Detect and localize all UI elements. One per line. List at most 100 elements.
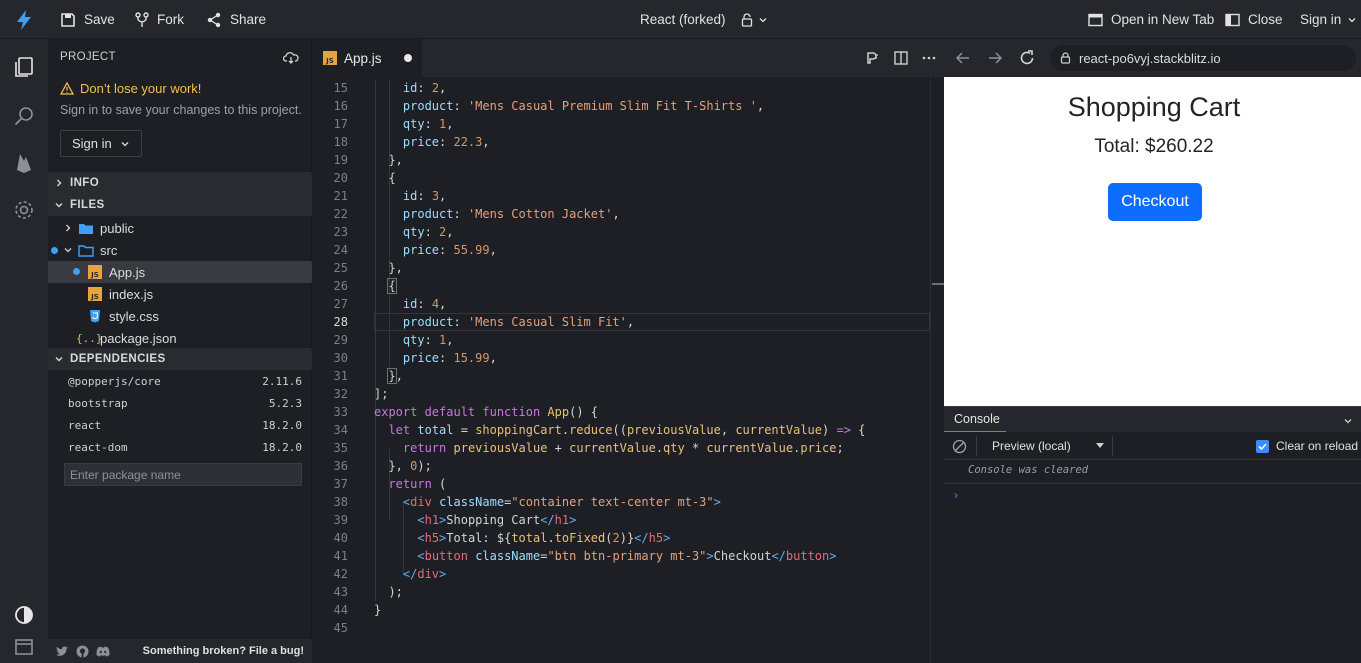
code-line: 22 product: 'Mens Cotton Jacket', (333, 207, 620, 221)
checkbox-checked-icon[interactable] (1256, 439, 1269, 453)
console-prompt-chevron-icon[interactable]: › (954, 488, 958, 502)
project-title-text: React (forked) (640, 12, 726, 27)
preview-url-text: react-po6vyj.stackblitz.io (1079, 50, 1221, 66)
fork-button[interactable]: Fork (135, 0, 184, 39)
code-line: 38 <div className="container text-center… (333, 495, 721, 509)
search-icon[interactable] (12, 104, 36, 128)
open-new-tab-button[interactable]: Open in New Tab (1088, 0, 1214, 39)
settings-gear-icon[interactable] (12, 198, 36, 222)
files-icon[interactable] (12, 55, 36, 79)
tree-item-public[interactable]: public (48, 217, 312, 239)
code-line: 25 }, (333, 261, 403, 275)
javascript-file-icon: JS (323, 51, 337, 65)
warning-subtitle: Sign in to save your changes to this pro… (60, 103, 302, 117)
project-title[interactable]: React (forked) (640, 0, 768, 39)
code-line: 19 }, (333, 153, 403, 167)
chevron-down-icon (55, 203, 63, 208)
back-arrow-icon[interactable] (954, 49, 972, 67)
dependency-version: 2.11.6 (262, 374, 302, 388)
clear-on-reload-label: Clear on reload (1276, 439, 1359, 453)
share-button[interactable]: Share (206, 0, 266, 39)
fork-icon (135, 11, 149, 27)
github-icon[interactable] (76, 645, 89, 658)
javascript-file-icon: JS (88, 287, 102, 301)
prettier-format-icon[interactable] (866, 51, 880, 65)
chevron-down-icon (759, 17, 766, 22)
tree-item-style-css[interactable]: style.css (48, 305, 312, 327)
unsaved-dot[interactable] (404, 54, 412, 62)
folder-open-icon (78, 244, 94, 257)
editor-scrollbar[interactable] (930, 77, 945, 663)
dependency-row[interactable]: @popperjs/core 2.11.6 (68, 370, 302, 392)
split-editor-icon[interactable] (894, 51, 908, 65)
layout-panel-icon[interactable] (12, 635, 36, 659)
tree-item-package-json[interactable]: {..} package.json (48, 327, 312, 349)
code-line: 33 export default function App() { (333, 405, 598, 419)
tree-item-label: package.json (100, 330, 177, 346)
preview-url-field[interactable]: react-po6vyj.stackblitz.io (1050, 45, 1356, 71)
share-icon (207, 12, 221, 27)
file-bug-link[interactable]: Something broken? File a bug! (143, 645, 304, 657)
caret-down-icon (1096, 443, 1104, 448)
dependency-row[interactable]: react 18.2.0 (68, 414, 302, 436)
save-icon (61, 12, 75, 27)
section-dependencies-label: DEPENDENCIES (70, 353, 166, 365)
console-tab[interactable]: Console (944, 407, 1006, 433)
activity-bar (0, 39, 48, 663)
tree-item-src[interactable]: src (48, 239, 312, 261)
more-options-icon[interactable] (922, 51, 936, 65)
code-line: 15 id: 2, (333, 81, 447, 95)
preview-select[interactable]: Preview (local) (992, 432, 1104, 460)
save-button[interactable]: Save (60, 0, 115, 39)
dependency-row[interactable]: react-dom 18.2.0 (68, 436, 302, 458)
code-line: 26 { (333, 278, 397, 294)
clear-on-reload-toggle[interactable]: Clear on reload (1256, 432, 1358, 460)
warning-icon (60, 82, 74, 95)
forward-arrow-icon[interactable] (986, 49, 1004, 67)
open-new-tab-label: Open in New Tab (1111, 12, 1215, 27)
project-sidebar: PROJECT Don’t lose your work! Sign in to… (48, 39, 312, 663)
tree-item-app-js[interactable]: JS App.js (48, 261, 312, 283)
svg-text:JS: JS (90, 271, 99, 279)
section-dependencies[interactable]: DEPENDENCIES (48, 348, 312, 370)
code-line: 16 product: 'Mens Casual Premium Slim Fi… (333, 99, 765, 113)
clear-console-icon[interactable] (952, 439, 967, 454)
firebase-icon[interactable] (12, 151, 36, 175)
code-line: 45 (333, 621, 348, 635)
section-info[interactable]: INFO (48, 172, 312, 194)
project-header: PROJECT (60, 51, 116, 63)
code-line: 20 { (333, 171, 396, 185)
console-divider (944, 483, 1361, 484)
toolbar-divider (976, 436, 977, 456)
section-files[interactable]: FILES (48, 194, 312, 216)
tab-app-js[interactable]: JS App.js (312, 39, 422, 77)
close-preview-button[interactable]: Close (1225, 0, 1283, 39)
save-label: Save (84, 12, 115, 27)
bolt-icon[interactable] (14, 9, 34, 31)
sidebar-sign-in-button[interactable]: Sign in (60, 130, 142, 157)
sign-in-menu[interactable]: Sign in (1300, 0, 1357, 39)
discord-icon[interactable] (96, 646, 110, 657)
checkout-button[interactable]: Checkout (1108, 183, 1202, 221)
top-bar: Save Fork Share React (forked) Open in N… (0, 0, 1361, 39)
tree-item-index-js[interactable]: JS index.js (48, 283, 312, 305)
theme-toggle-icon[interactable] (12, 603, 36, 627)
code-editor: JS App.js 15 id: 2, 16 product: 'Mens Ca… (312, 39, 945, 663)
code-line: 44} (333, 603, 382, 617)
share-label: Share (230, 12, 267, 27)
code-line: 34 let total = shoppingCart.reduce((prev… (333, 423, 866, 437)
tree-item-label: index.js (109, 286, 154, 302)
twitter-icon[interactable] (56, 645, 69, 657)
tab-label: App.js (344, 50, 382, 66)
package-name-input[interactable] (64, 463, 302, 486)
preview-select-value: Preview (local) (992, 439, 1071, 453)
chevron-down-icon (1348, 17, 1356, 22)
dependency-row[interactable]: bootstrap 5.2.3 (68, 392, 302, 414)
dependency-name: bootstrap (68, 396, 128, 410)
chevron-down-icon[interactable] (1343, 416, 1353, 426)
code-line: 23 qty: 2, (333, 225, 454, 239)
code-area[interactable]: 15 id: 2, 16 product: 'Mens Casual Premi… (312, 79, 930, 637)
cloud-download-icon[interactable] (283, 51, 299, 65)
reload-icon[interactable] (1018, 49, 1036, 67)
code-line: 30 price: 15.99, (333, 351, 497, 365)
